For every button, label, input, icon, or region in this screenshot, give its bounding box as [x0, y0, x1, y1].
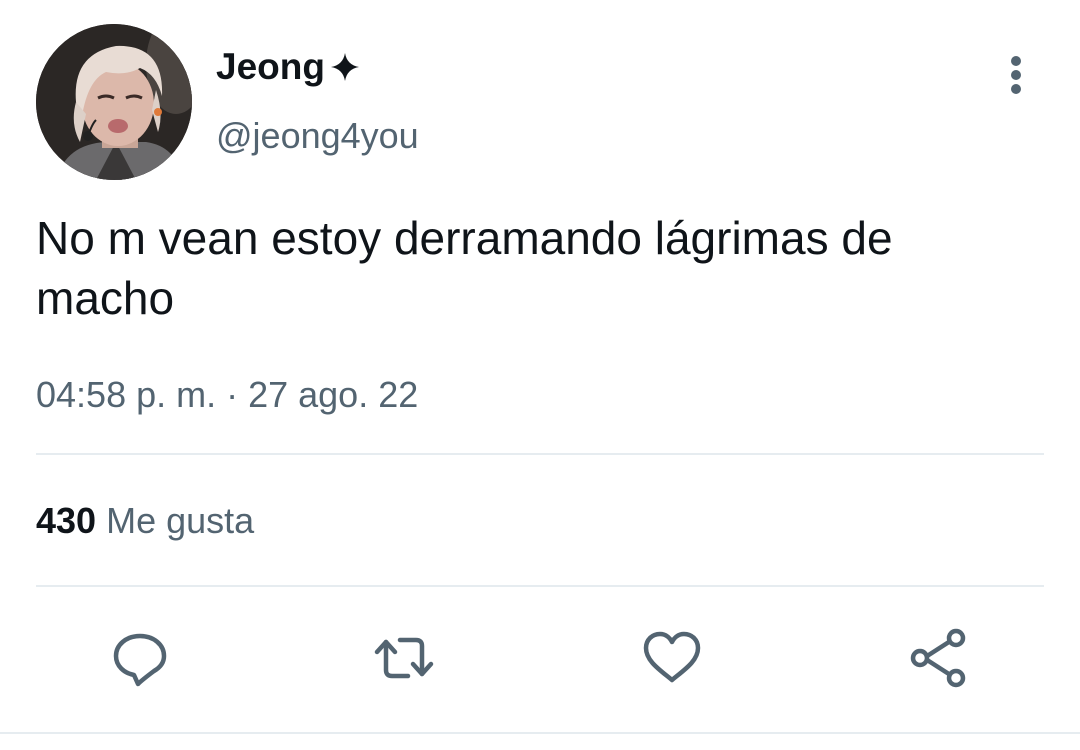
- likes-label: Me gusta: [106, 500, 255, 541]
- divider: [36, 453, 1044, 455]
- likes-stat[interactable]: 430 Me gusta: [36, 500, 254, 542]
- speech-bubble-icon: [113, 633, 167, 687]
- retweet-arrows-icon: [374, 637, 434, 679]
- share-nodes-icon: [910, 628, 966, 688]
- avatar-photo: [36, 24, 192, 180]
- reply-button[interactable]: [108, 626, 172, 690]
- divider: [0, 732, 1080, 734]
- user-handle[interactable]: @jeong4you: [216, 115, 419, 157]
- like-button[interactable]: [640, 626, 704, 690]
- retweet-button[interactable]: [372, 626, 436, 690]
- display-name[interactable]: Jeong: [216, 46, 363, 88]
- likes-count: 430: [36, 500, 97, 541]
- four-point-star-icon: [330, 53, 359, 81]
- avatar[interactable]: [36, 24, 192, 180]
- vertical-ellipsis-icon: [1011, 56, 1021, 94]
- display-name-text: Jeong: [216, 46, 325, 87]
- divider: [36, 585, 1044, 587]
- tweet-timestamp[interactable]: 04:58 p. m. · 27 ago. 22: [36, 374, 418, 416]
- share-button[interactable]: [906, 626, 970, 690]
- heart-icon: [643, 631, 701, 683]
- tweet-text: No m vean estoy derramando lágrimas de m…: [36, 212, 893, 324]
- more-options-button[interactable]: [996, 50, 1036, 100]
